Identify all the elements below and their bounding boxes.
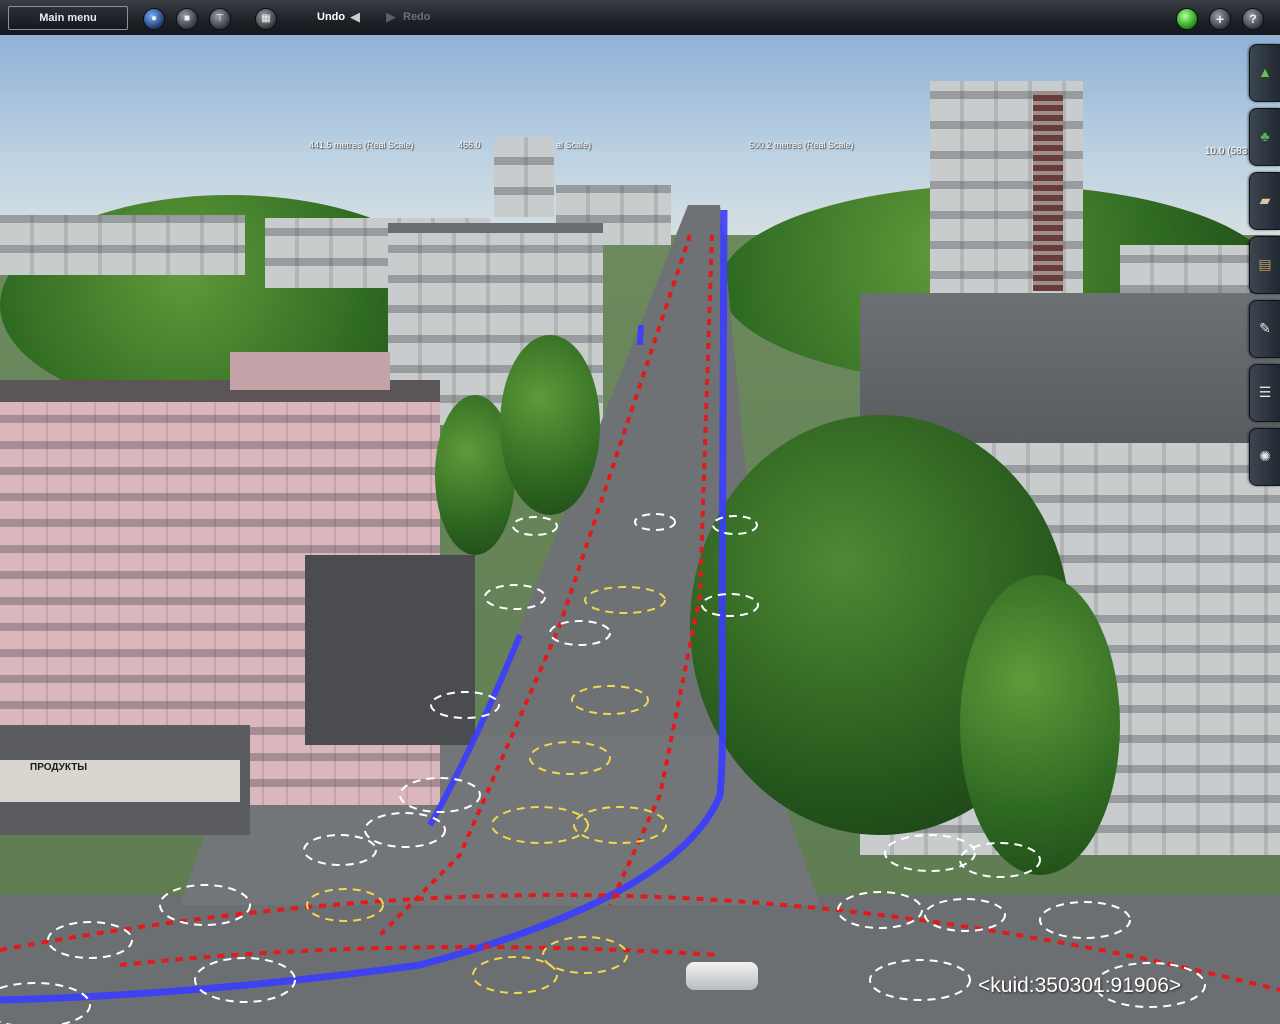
- tab-scenery[interactable]: ♣: [1249, 108, 1280, 166]
- globe-icon: ●: [150, 13, 158, 24]
- top-toolbar: Main menu ● ■ ⊤ ▦ Undo ◀ ▶ Redo + ?: [0, 0, 1280, 36]
- undo-arrow-icon[interactable]: ◀: [350, 9, 360, 25]
- tool-icon: ⊤: [215, 13, 225, 24]
- distance-label: 466.0: [458, 140, 481, 150]
- settings-icon: ✺: [1259, 448, 1271, 464]
- status-light-button[interactable]: [1176, 8, 1198, 30]
- scenery-icon: ♣: [1260, 128, 1270, 144]
- help-icon: ?: [1249, 12, 1257, 26]
- stop-icon: ■: [183, 13, 191, 24]
- redo-label: Redo: [403, 11, 431, 23]
- undo-label[interactable]: Undo: [317, 11, 345, 23]
- grid-icon: ▦: [261, 13, 271, 24]
- help-button[interactable]: ?: [1242, 8, 1264, 30]
- track-overlay: [0, 209, 1280, 1024]
- add-button[interactable]: +: [1209, 8, 1231, 30]
- trackside-icon: ▲: [1258, 64, 1272, 80]
- stop-button[interactable]: ■: [176, 8, 198, 30]
- tab-settings[interactable]: ✺: [1249, 428, 1280, 486]
- tools-icon: ✎: [1259, 320, 1271, 336]
- tool-button[interactable]: ⊤: [209, 8, 231, 30]
- distance-label: 500.2 metres (Real Scale): [749, 140, 854, 150]
- redo-arrow-icon: ▶: [386, 9, 396, 24]
- tab-trackside[interactable]: ▲: [1249, 44, 1280, 102]
- car: [686, 962, 758, 990]
- add-icon: +: [1215, 11, 1225, 27]
- tab-tracks[interactable]: ▤: [1249, 236, 1280, 294]
- main-menu-button[interactable]: Main menu: [8, 6, 128, 30]
- tracks-icon: ▤: [1258, 256, 1272, 272]
- distance-label: al Scale): [556, 140, 592, 150]
- distance-label: 10.0 (583: [1205, 146, 1248, 157]
- distance-label: 441.5 metres (Real Scale): [309, 140, 414, 150]
- buildings-icon: ▰: [1259, 192, 1271, 208]
- grid-button[interactable]: ▦: [255, 8, 277, 30]
- layers-icon: ☰: [1258, 384, 1272, 400]
- tab-tools[interactable]: ✎: [1249, 300, 1280, 358]
- kuid-label: <kuid:350301:91906>: [978, 974, 1182, 997]
- status-light-icon: [1177, 9, 1197, 29]
- globe-button[interactable]: ●: [143, 8, 165, 30]
- tab-layers[interactable]: ☰: [1249, 364, 1280, 422]
- world-viewport[interactable]: ПРОДУКТЫ 441.5 metres (Real Scale) 466.0…: [0, 35, 1280, 1024]
- tab-buildings[interactable]: ▰: [1249, 172, 1280, 230]
